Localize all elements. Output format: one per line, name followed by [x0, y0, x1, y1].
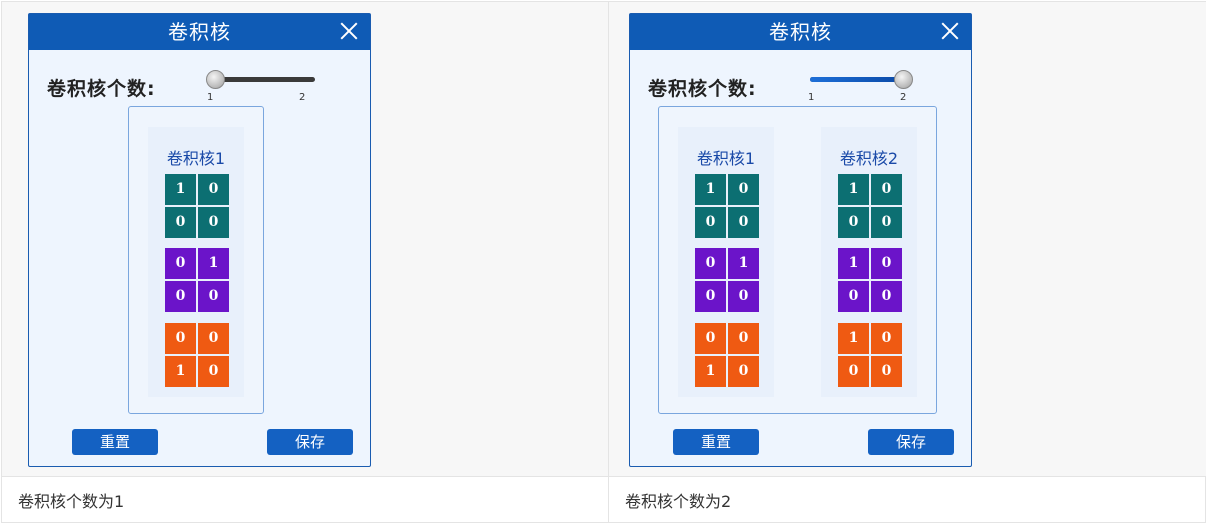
screenshot-cell-2: 卷积核 卷积核个数: 1 2 卷积核1 1 0 0 0 0 1 0 0 0 0 …: [609, 2, 1206, 476]
kernel-matrix-teal: 1 0 0 0: [165, 174, 229, 238]
matrix-cell[interactable]: 1: [165, 356, 196, 387]
matrix-cell[interactable]: 1: [198, 248, 229, 279]
kernel-count-label: 卷积核个数:: [47, 78, 156, 100]
matrix-cell[interactable]: 0: [165, 281, 196, 312]
matrix-cell[interactable]: 0: [728, 281, 759, 312]
row-divider: [2, 476, 1205, 477]
kernel-card: 卷积核1 1 0 0 0 0 1 0 0 0 0 1 0: [148, 127, 244, 397]
matrix-cell[interactable]: 1: [165, 174, 196, 205]
kernel-matrix-teal: 1 0 0 0: [695, 174, 759, 238]
matrix-cell[interactable]: 0: [871, 174, 902, 205]
close-icon[interactable]: [939, 20, 961, 42]
close-icon[interactable]: [338, 20, 360, 42]
kernel-matrix-orange: 1 0 0 0: [838, 323, 902, 387]
matrix-cell[interactable]: 0: [198, 356, 229, 387]
dialog-titlebar: 卷积核: [630, 14, 971, 50]
dialog-titlebar: 卷积核: [29, 14, 370, 50]
matrix-cell[interactable]: 0: [728, 356, 759, 387]
kernel-card: 卷积核2 1 0 0 0 1 0 0 0 1 0 0 0: [821, 127, 917, 397]
column-divider: [608, 2, 609, 522]
save-button[interactable]: 保存: [267, 429, 353, 455]
matrix-cell[interactable]: 1: [695, 174, 726, 205]
slider-thumb[interactable]: [894, 70, 913, 89]
matrix-cell[interactable]: 0: [695, 207, 726, 238]
matrix-cell[interactable]: 0: [871, 207, 902, 238]
slider-fill: [810, 77, 904, 82]
kernel-dialog-1: 卷积核 卷积核个数: 1 2 卷积核1 1 0 0 0 0 1 0 0 0 0 …: [28, 13, 371, 467]
kernel-panel: 卷积核1 1 0 0 0 0 1 0 0 0 0: [658, 106, 937, 414]
matrix-cell[interactable]: 1: [695, 356, 726, 387]
example-table: 卷积核 卷积核个数: 1 2 卷积核1 1 0 0 0 0 1 0 0 0 0 …: [1, 1, 1206, 523]
kernel-dialog-2: 卷积核 卷积核个数: 1 2 卷积核1 1 0 0 0 0 1 0 0 0 0 …: [629, 13, 972, 467]
matrix-cell[interactable]: 0: [695, 323, 726, 354]
matrix-cell[interactable]: 0: [165, 248, 196, 279]
kernel-count-slider[interactable]: [810, 70, 913, 89]
slider-max-label: 2: [900, 92, 907, 103]
matrix-cell[interactable]: 0: [198, 207, 229, 238]
reset-button[interactable]: 重置: [673, 429, 759, 455]
kernel-matrix-orange: 0 0 1 0: [165, 323, 229, 387]
kernel-matrix-purple: 0 1 0 0: [165, 248, 229, 312]
matrix-cell[interactable]: 0: [198, 174, 229, 205]
matrix-cell[interactable]: 1: [838, 323, 869, 354]
matrix-cell[interactable]: 0: [165, 207, 196, 238]
matrix-cell[interactable]: 0: [838, 356, 869, 387]
kernel-card: 卷积核1 1 0 0 0 0 1 0 0 0 0 1 0: [678, 127, 774, 397]
kernel-matrix-teal: 1 0 0 0: [838, 174, 902, 238]
slider-max-label: 2: [299, 92, 306, 103]
matrix-cell[interactable]: 0: [198, 323, 229, 354]
matrix-cell[interactable]: 0: [165, 323, 196, 354]
kernel-matrix-purple: 1 0 0 0: [838, 248, 902, 312]
matrix-cell[interactable]: 1: [728, 248, 759, 279]
reset-button[interactable]: 重置: [72, 429, 158, 455]
kernel-count-label: 卷积核个数:: [648, 78, 757, 100]
caption-1: 卷积核个数为1: [18, 492, 125, 511]
matrix-cell[interactable]: 0: [695, 248, 726, 279]
screenshot-cell-1: 卷积核 卷积核个数: 1 2 卷积核1 1 0 0 0 0 1 0 0 0 0 …: [2, 2, 608, 476]
matrix-cell[interactable]: 0: [838, 207, 869, 238]
matrix-cell[interactable]: 0: [728, 207, 759, 238]
matrix-cell[interactable]: 1: [838, 174, 869, 205]
dialog-title: 卷积核: [168, 20, 231, 44]
matrix-cell[interactable]: 0: [871, 356, 902, 387]
kernel-title: 卷积核1: [166, 149, 226, 168]
kernel-count-slider[interactable]: [206, 70, 315, 89]
matrix-cell[interactable]: 0: [198, 281, 229, 312]
slider-thumb[interactable]: [206, 70, 225, 89]
matrix-cell[interactable]: 1: [838, 248, 869, 279]
kernel-matrix-purple: 0 1 0 0: [695, 248, 759, 312]
matrix-cell[interactable]: 0: [871, 323, 902, 354]
matrix-cell[interactable]: 0: [728, 174, 759, 205]
slider-min-label: 1: [207, 92, 214, 103]
matrix-cell[interactable]: 0: [728, 323, 759, 354]
caption-2: 卷积核个数为2: [625, 492, 732, 511]
slider-min-label: 1: [808, 92, 815, 103]
save-button[interactable]: 保存: [868, 429, 954, 455]
kernel-title: 卷积核1: [696, 149, 756, 168]
kernel-panel: 卷积核1 1 0 0 0 0 1 0 0 0 0: [128, 106, 264, 414]
matrix-cell[interactable]: 0: [871, 248, 902, 279]
kernel-title: 卷积核2: [839, 149, 899, 168]
matrix-cell[interactable]: 0: [695, 281, 726, 312]
kernel-matrix-orange: 0 0 1 0: [695, 323, 759, 387]
matrix-cell[interactable]: 0: [871, 281, 902, 312]
dialog-title: 卷积核: [769, 20, 832, 44]
matrix-cell[interactable]: 0: [838, 281, 869, 312]
